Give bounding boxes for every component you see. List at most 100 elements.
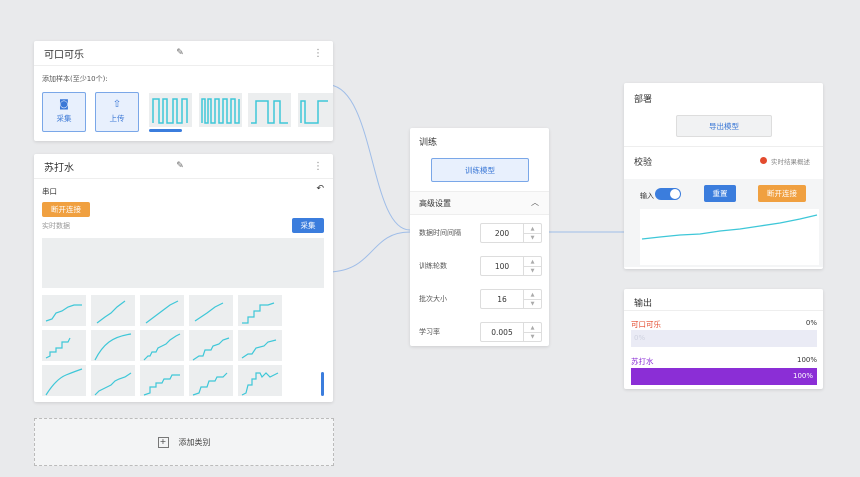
train-model-button[interactable]: 训练模型 — [431, 158, 529, 182]
sample-waveform — [45, 368, 83, 396]
param-stepper[interactable]: 200 ▲ ▼ — [480, 223, 542, 243]
output-label-cola: 可口可乐 — [631, 320, 661, 329]
output-bar-fill — [631, 368, 817, 385]
advanced-settings-label: 高级设置 — [419, 199, 451, 208]
add-class-label: 添加类别 — [178, 437, 211, 447]
export-model-button[interactable]: 导出模型 — [676, 115, 772, 137]
live-status-dot-icon — [760, 157, 767, 164]
more-options-icon[interactable]: ⋮ — [313, 48, 323, 59]
reset-button[interactable]: 重置 — [704, 185, 736, 202]
output-title: 输出 — [634, 299, 653, 309]
sample-thumbnail[interactable] — [91, 330, 135, 361]
class-card-header: 苏打水 ✎ ⋮ — [34, 154, 333, 179]
input-toggle[interactable] — [655, 188, 681, 200]
deploy-card: 部署 导出模型 校验 实时结果概述 输入 重置 断开连接 — [624, 83, 823, 269]
disconnect-button[interactable]: 断开连接 — [758, 185, 806, 202]
deploy-title: 部署 — [634, 95, 653, 105]
param-value: 16 — [497, 294, 507, 304]
sample-waveform — [251, 100, 288, 124]
sample-waveform — [201, 98, 240, 124]
add-samples-label: 添加样本(至少10个): — [42, 75, 108, 83]
scrollbar[interactable] — [321, 372, 324, 396]
divider — [624, 310, 823, 311]
sample-thumbnail[interactable] — [140, 330, 184, 361]
capture-label: 采集 — [56, 114, 72, 123]
sample-thumbnail[interactable] — [91, 295, 135, 326]
verify-controls: 输入 重置 断开连接 — [624, 179, 823, 267]
output-bar-text-cola: 0% — [634, 334, 646, 342]
stepper-down-icon[interactable]: ▼ — [523, 332, 541, 341]
capture-button[interactable]: 采集 — [292, 218, 324, 233]
sample-grid — [42, 295, 312, 397]
sample-waveform — [194, 302, 224, 322]
upload-label: 上传 — [109, 114, 125, 123]
sample-thumbnail[interactable] — [42, 295, 86, 326]
stepper-down-icon[interactable]: ▼ — [523, 266, 541, 275]
class-card-cola: 可口可乐 ✎ ⋮ 添加样本(至少10个): ◙ 采集 ⇧ 上传 — [34, 41, 333, 141]
sample-thumbnail[interactable] — [42, 365, 86, 396]
sample-waveform — [96, 300, 126, 324]
sample-thumbnail[interactable] — [189, 295, 233, 326]
train-card: 训练 训练模型 高级设置 ︿ 数据时间间隔 200 ▲ ▼ 训练轮数 100 ▲ ▼ 批次大小 1… — [410, 128, 549, 346]
param-label: 训练轮数 — [419, 262, 447, 270]
stepper-down-icon[interactable]: ▼ — [523, 299, 541, 308]
capture-button[interactable]: ◙ 采集 — [42, 92, 86, 132]
sample-thumbnail[interactable] — [189, 365, 233, 396]
sample-waveform — [241, 372, 279, 396]
param-stepper[interactable]: 16 ▲ ▼ — [480, 289, 542, 309]
realtime-data-area — [42, 238, 324, 288]
output-percent-soda: 100% — [796, 356, 817, 364]
sample-waveform — [242, 302, 275, 324]
sample-thumbnail[interactable] — [238, 365, 282, 396]
sample-thumbnail[interactable] — [189, 330, 233, 361]
verify-section: 校验 实时结果概述 输入 重置 断开连接 — [624, 146, 823, 270]
add-class-button[interactable]: + 添加类别 — [34, 418, 334, 466]
edit-pencil-icon[interactable]: ✎ — [176, 161, 184, 171]
sample-waveform — [143, 333, 181, 361]
param-stepper[interactable]: 0.005 ▲ ▼ — [480, 322, 542, 342]
selected-indicator — [149, 129, 182, 132]
verify-title: 校验 — [634, 158, 653, 168]
class-card-header: 可口可乐 ✎ ⋮ — [34, 41, 333, 66]
sample-thumbnail[interactable] — [298, 93, 333, 127]
sample-thumbnail[interactable] — [42, 330, 86, 361]
plus-box-icon: + — [157, 436, 169, 448]
stepper-down-icon[interactable]: ▼ — [523, 233, 541, 242]
param-value: 200 — [494, 228, 510, 238]
sample-thumbnail[interactable] — [248, 93, 291, 127]
output-percent-cola: 0% — [805, 319, 817, 327]
sample-thumbnail[interactable] — [140, 365, 184, 396]
sample-thumbnail[interactable] — [199, 93, 242, 127]
sample-thumbnail[interactable] — [149, 93, 192, 127]
class-card-soda: 苏打水 ✎ ⋮ 串口 ↶ 断开连接 实时数据 采集 — [34, 154, 333, 402]
live-status-label: 实时结果概述 — [771, 158, 810, 166]
edit-pencil-icon[interactable]: ✎ — [176, 48, 184, 58]
class-title: 苏打水 — [44, 162, 74, 174]
param-value: 0.005 — [491, 327, 513, 337]
sample-waveform — [145, 300, 179, 324]
verify-chart — [640, 209, 819, 265]
advanced-settings-header[interactable]: 高级设置 ︿ — [410, 191, 549, 215]
sample-waveform — [94, 333, 132, 361]
upload-button[interactable]: ⇧ 上传 — [95, 92, 139, 132]
camera-icon: ◙ — [59, 99, 69, 110]
sample-thumbnail[interactable] — [91, 365, 135, 396]
sample-waveform — [152, 98, 188, 124]
param-value: 100 — [494, 261, 510, 271]
sample-thumbnail[interactable] — [238, 330, 282, 361]
sample-thumbnail[interactable] — [238, 295, 282, 326]
sample-waveform — [94, 372, 132, 396]
param-stepper[interactable]: 100 ▲ ▼ — [480, 256, 542, 276]
realtime-label: 实时数据 — [42, 222, 70, 230]
verify-signal — [641, 214, 818, 240]
undo-icon[interactable]: ↶ — [316, 184, 324, 194]
upload-icon: ⇧ — [112, 99, 122, 110]
sample-thumbnail[interactable] — [140, 295, 184, 326]
more-options-icon[interactable]: ⋮ — [313, 161, 323, 172]
output-card: 输出 可口可乐 0% 0% 苏打水 100% 100% — [624, 289, 823, 389]
sample-waveform — [143, 374, 180, 396]
class-title: 可口可乐 — [44, 49, 84, 61]
output-label-soda: 苏打水 — [631, 357, 654, 366]
disconnect-button[interactable]: 断开连接 — [42, 202, 90, 217]
output-bar-cola: 0% — [631, 330, 817, 347]
